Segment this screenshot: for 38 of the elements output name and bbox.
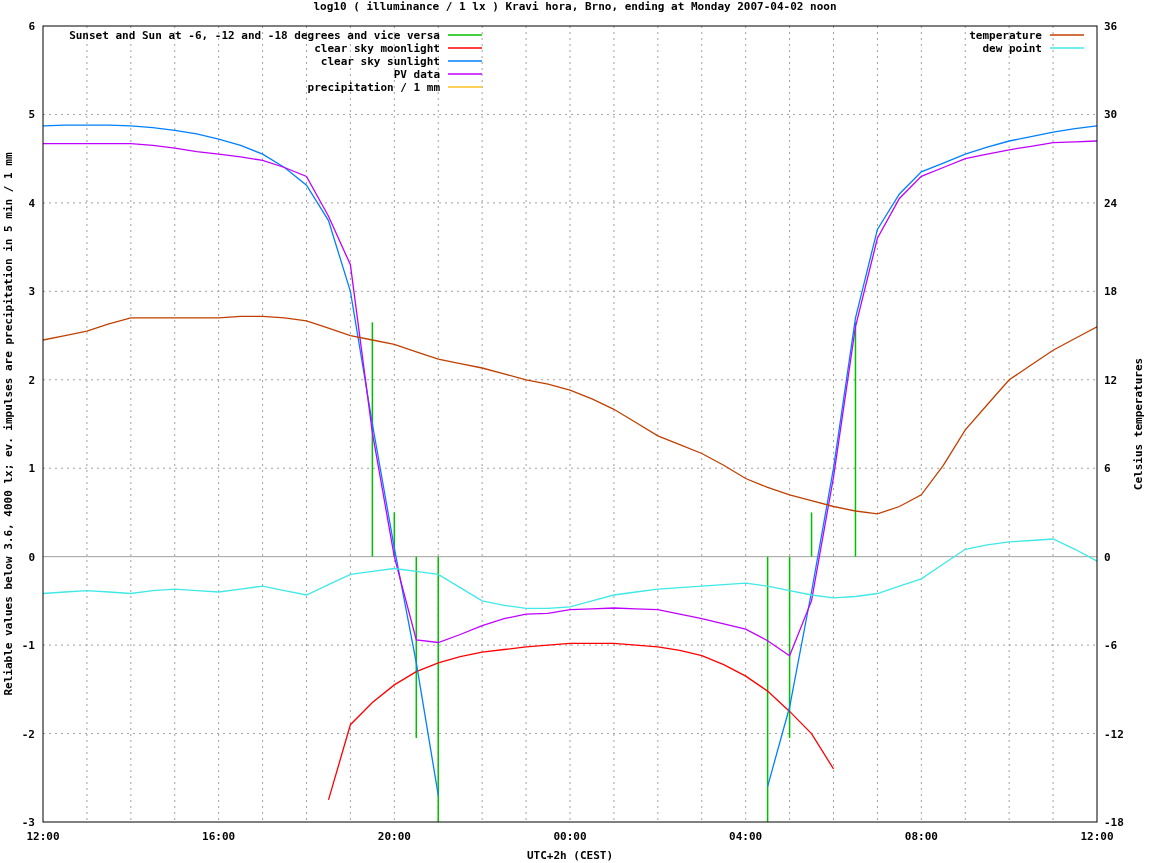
- y-tick-label: 1: [28, 462, 35, 476]
- y2-tick-label: 18: [1104, 285, 1118, 299]
- y2-tick-label: 30: [1104, 108, 1118, 122]
- y2-tick-label: 12: [1104, 373, 1118, 387]
- legend-label: Sunset and Sun at -6, -12 and -18 degrees and vice versa: [69, 29, 440, 42]
- y-tick-label: 6: [28, 20, 35, 33]
- y-tick-label: -1: [21, 639, 35, 653]
- y2-tick-label: -12: [1104, 727, 1124, 741]
- y2-tick-label: 6: [1104, 462, 1111, 476]
- legend-label: PV data: [393, 68, 440, 81]
- x-tick-label: 20:00: [377, 830, 411, 843]
- y-axis-label: Reliable values below 3.6, 4000 lx; ev. impulses are precipitation in 5 min / 1 mm: [2, 152, 15, 696]
- y-tick-label: 5: [28, 108, 35, 122]
- y2-tick-label: -6: [1104, 639, 1118, 653]
- legend-label: precipitation / 1 mm: [307, 81, 440, 94]
- legend-label: clear sky moonlight: [314, 42, 440, 55]
- y2-tick-label: 36: [1104, 20, 1118, 33]
- y2-tick-label: 24: [1104, 196, 1118, 210]
- y-tick-label: 2: [28, 373, 35, 387]
- legend-label: dew point: [982, 42, 1042, 55]
- x-axis-label: UTC+2h (CEST): [526, 849, 614, 862]
- y2-axis-label: Celsius temperatures: [1132, 357, 1145, 491]
- y-tick-label: 3: [28, 285, 35, 299]
- chart-title: log10 ( illuminance / 1 lx ) Kravi hora, Brno, ending at Monday 2007-04-02 noon: [313, 0, 837, 13]
- y-tick-label: -2: [21, 727, 35, 741]
- legend-label: temperature: [969, 29, 1042, 42]
- x-tick-label: 04:00: [729, 830, 763, 843]
- x-tick-label: 16:00: [202, 830, 236, 843]
- y2-tick-label: 0: [1104, 550, 1111, 564]
- y-tick-label: -3: [21, 816, 35, 829]
- legend-label: clear sky sunlight: [320, 55, 440, 68]
- x-tick-label: 08:00: [904, 830, 938, 843]
- x-tick-label: 12:00: [1080, 830, 1114, 843]
- y2-tick-label: -18: [1104, 816, 1124, 829]
- y-tick-label: 0: [28, 550, 35, 564]
- y-tick-label: 4: [28, 196, 35, 210]
- x-tick-label: 00:00: [553, 830, 587, 843]
- x-tick-label: 12:00: [26, 830, 60, 843]
